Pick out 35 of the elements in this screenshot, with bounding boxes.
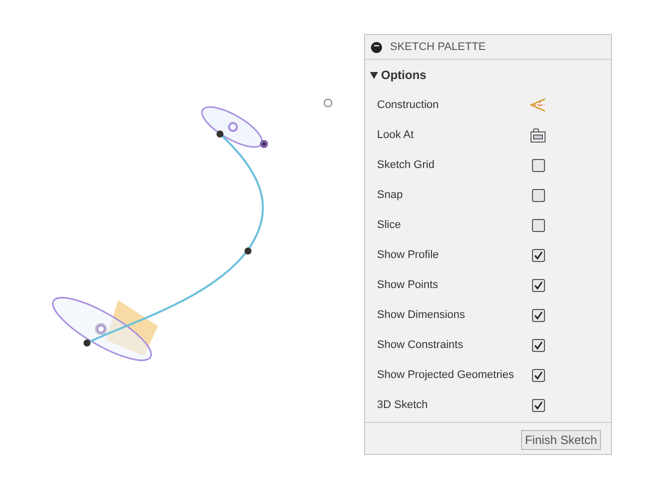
center-marker bbox=[228, 122, 238, 132]
origin-marker bbox=[324, 98, 332, 108]
palette-title: SKETCH PALETTE bbox=[390, 41, 486, 53]
checkbox[interactable] bbox=[532, 308, 544, 322]
checkbox[interactable] bbox=[532, 398, 544, 412]
checkbox[interactable] bbox=[532, 338, 544, 352]
section-label[interactable]: Options bbox=[381, 68, 426, 82]
checkbox[interactable] bbox=[532, 248, 544, 262]
collapse-icon[interactable]: − bbox=[371, 42, 382, 52]
camera-icon[interactable] bbox=[530, 128, 546, 142]
option-label: Show Dimensions bbox=[377, 309, 466, 321]
option-label: Show Constraints bbox=[377, 339, 464, 351]
option-label: Look At bbox=[377, 129, 415, 141]
sketch-point bbox=[260, 140, 268, 148]
option-label: 3D Sketch bbox=[377, 399, 429, 411]
option-label: Slice bbox=[377, 219, 402, 231]
finish-sketch-button[interactable]: Finish Sketch bbox=[520, 430, 601, 450]
checkbox[interactable] bbox=[532, 218, 544, 232]
plane-shape bbox=[106, 300, 158, 356]
option-label: Snap bbox=[377, 189, 404, 201]
checkbox[interactable] bbox=[532, 158, 544, 172]
checkbox[interactable] bbox=[532, 188, 544, 202]
checkbox[interactable] bbox=[532, 278, 544, 292]
option-label: Show Projected Geometries bbox=[377, 369, 515, 381]
sketch-point bbox=[216, 130, 224, 138]
checkbox[interactable] bbox=[532, 368, 544, 382]
center-marker bbox=[95, 323, 107, 335]
sketch-point bbox=[244, 248, 252, 254]
option-label: Sketch Grid bbox=[377, 159, 436, 171]
sketch-point bbox=[84, 340, 90, 346]
ellipse-shape bbox=[201, 106, 263, 148]
option-label: Show Profile bbox=[377, 249, 440, 261]
option-label: Show Points bbox=[377, 279, 440, 291]
construction-icon[interactable] bbox=[530, 98, 546, 112]
option-label: Construction bbox=[377, 99, 440, 111]
